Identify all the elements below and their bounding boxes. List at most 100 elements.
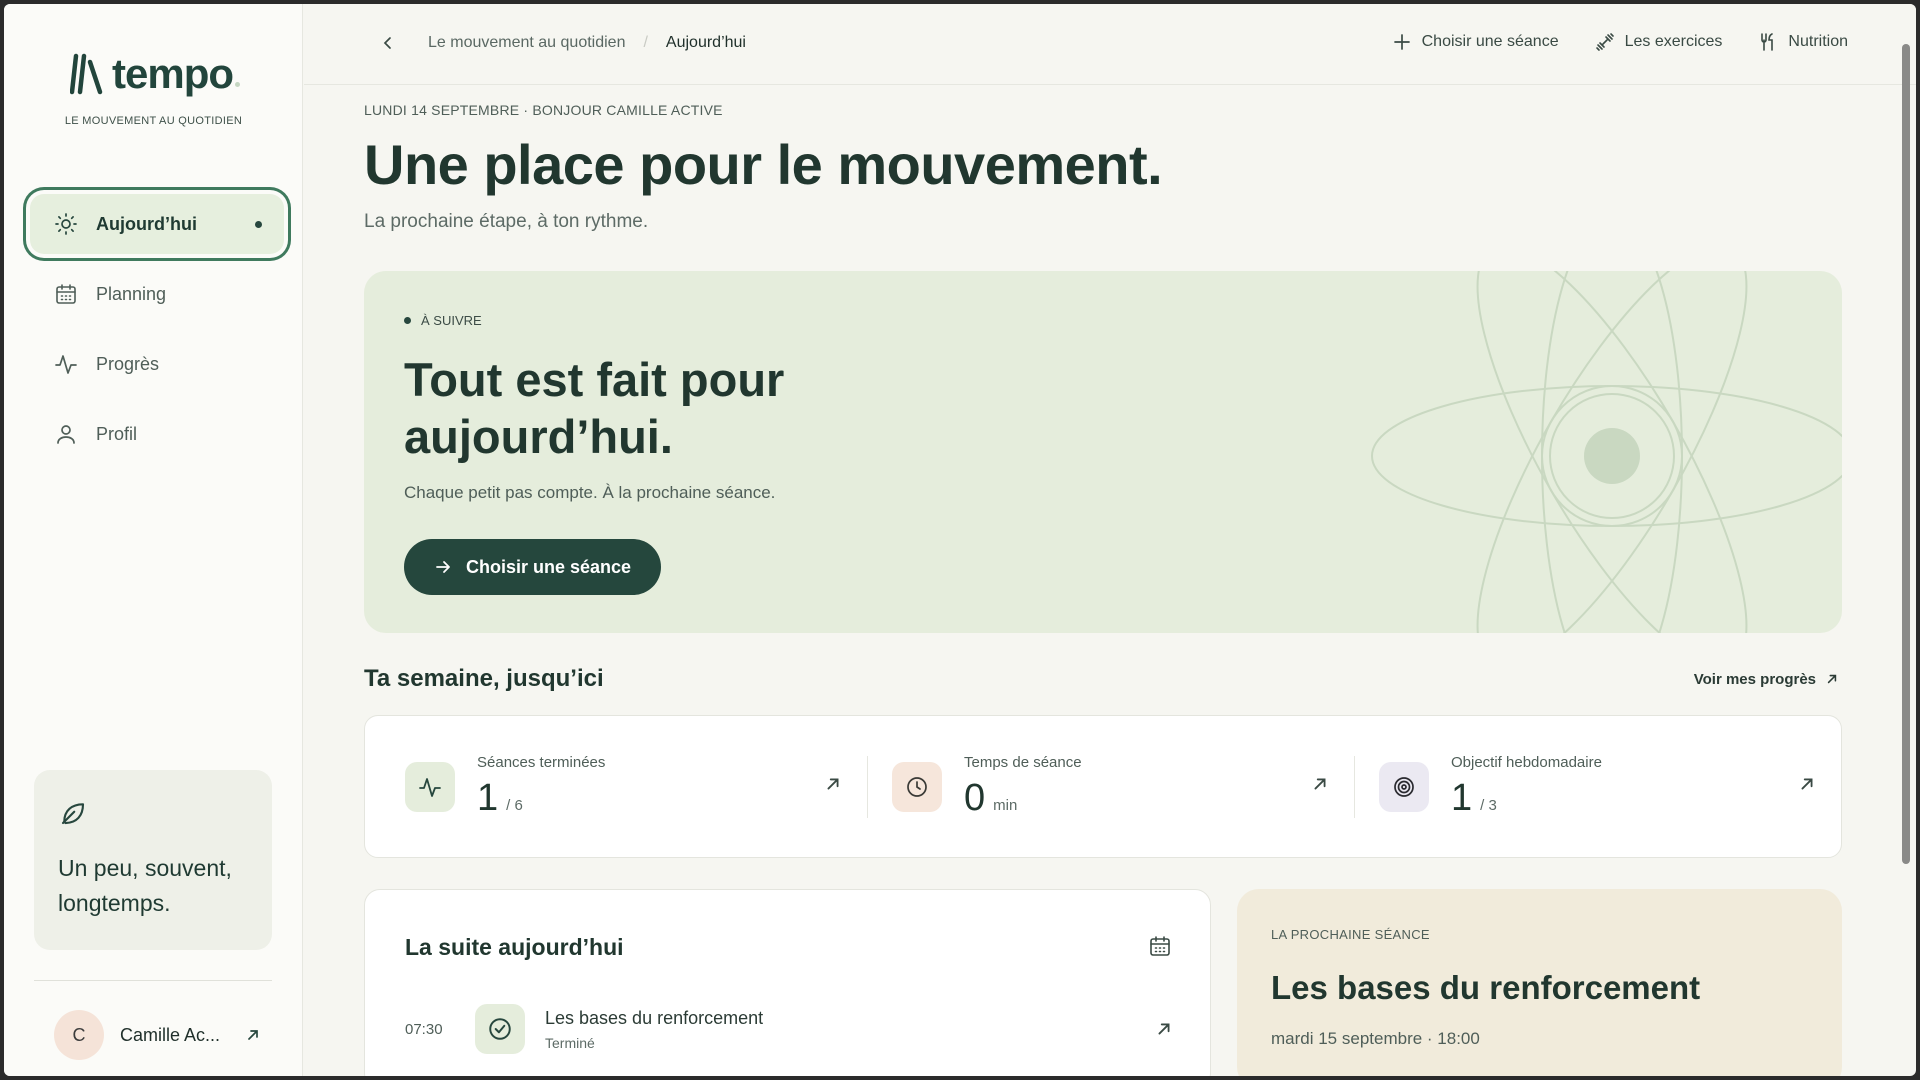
user-menu[interactable]: C Camille Ac... — [54, 1010, 260, 1060]
exercises-label: Les exercices — [1624, 33, 1723, 50]
today-schedule-card: La suite aujourd’hui 07:30 Les bases du … — [364, 889, 1211, 1076]
sidebar: tempo LE MOUVEMENT AU QUOTIDIEN Aujourd’… — [4, 4, 303, 1076]
nutrition-link[interactable]: Nutrition — [1758, 32, 1848, 52]
leaf-icon — [61, 803, 85, 825]
week-title: Ta semaine, jusqu’ici — [364, 665, 604, 692]
stat-icon-box — [892, 761, 942, 812]
week-header: Ta semaine, jusqu’ici Voir mes progrès — [364, 665, 1842, 693]
sidebar-item-progres[interactable]: Progrès — [30, 334, 284, 394]
upcoming-tag: LA PROCHAINE SÉANCE — [1271, 927, 1430, 942]
breadcrumb-separator: / — [643, 34, 648, 51]
top-actions: Choisir une séance Les exercices Nutriti… — [1392, 32, 1848, 52]
external-arrow-icon — [1827, 674, 1837, 684]
tag-bullet — [404, 317, 411, 324]
check-circle-icon — [489, 1018, 511, 1040]
target-icon — [1394, 776, 1414, 797]
next-up-tag-label: À SUIVRE — [421, 313, 482, 328]
sidebar-item-profil[interactable]: Profil — [30, 404, 284, 464]
sun-icon — [55, 213, 77, 235]
sidebar-nav: Aujourd’hui Planning Progrès Profil — [30, 194, 284, 474]
stat-icon-box — [1379, 761, 1429, 812]
choose-session-link[interactable]: Choisir une séance — [1392, 32, 1559, 52]
week-stats: Séances terminées 1 / 6 Temps de séance … — [364, 715, 1842, 858]
external-arrow-icon — [1158, 1023, 1170, 1035]
stat-label: Objectif hebdomadaire — [1451, 753, 1602, 771]
upcoming-session-card[interactable]: LA PROCHAINE SÉANCE Les bases du renforc… — [1237, 889, 1842, 1076]
upcoming-title: Les bases du renforcement — [1271, 969, 1701, 1006]
quote-card: Un peu, souvent, longtemps. — [34, 770, 272, 950]
session-status: Terminé — [545, 1034, 595, 1051]
breadcrumb-parent[interactable]: Le mouvement au quotidien — [428, 34, 625, 52]
utensils-icon — [1761, 33, 1774, 51]
session-time: 07:30 — [405, 1020, 443, 1038]
calendar-icon — [56, 284, 76, 304]
sidebar-item-planning[interactable]: Planning — [30, 264, 284, 324]
stat-weekly-goal[interactable]: Objectif hebdomadaire 1 / 3 — [1354, 753, 1841, 819]
logo[interactable]: tempo — [70, 50, 240, 98]
stat-unit: min — [993, 796, 1018, 814]
sidebar-divider — [34, 980, 272, 981]
main-content: LUNDI 14 SEPTEMBRE · BONJOUR CAMILLE ACT… — [364, 86, 1842, 1076]
next-up-subtitle: Chaque petit pas compte. À la prochaine … — [404, 483, 776, 502]
stat-value: 0 — [964, 776, 986, 819]
nutrition-label: Nutrition — [1788, 33, 1848, 50]
activity-icon — [55, 355, 77, 374]
choose-session-label: Choisir une séance — [1421, 33, 1559, 50]
view-progress-link[interactable]: Voir mes progrès — [1694, 671, 1838, 688]
stat-label: Séances terminées — [477, 753, 606, 771]
logo-text: tempo — [112, 50, 234, 97]
sidebar-item-aujourdhui[interactable]: Aujourd’hui — [30, 194, 284, 254]
breadcrumb-current: Aujourd’hui — [665, 34, 746, 51]
avatar: C — [54, 1010, 104, 1060]
next-up-tag: À SUIVRE — [404, 313, 482, 328]
stat-session-time[interactable]: Temps de séance 0 min — [867, 753, 1354, 819]
active-indicator — [255, 220, 262, 228]
clock-icon — [907, 776, 927, 797]
arrow-right-icon — [436, 561, 450, 573]
tagline: LE MOUVEMENT AU QUOTIDIEN — [64, 115, 243, 127]
external-arrow-icon — [1314, 778, 1326, 789]
sidebar-item-label: Planning — [96, 283, 167, 304]
sidebar-item-label: Profil — [96, 423, 138, 444]
breadcrumb: Le mouvement au quotidien / Aujourd’hui — [380, 34, 746, 52]
external-arrow-icon — [248, 1030, 258, 1040]
list-item[interactable]: 07:30 Les bases du renforcement Terminé — [405, 1004, 1172, 1054]
calendar-icon[interactable] — [1148, 934, 1172, 958]
stat-unit: / 3 — [1480, 796, 1497, 814]
stat-label: Temps de séance — [964, 753, 1082, 771]
sidebar-item-label: Progrès — [96, 353, 160, 374]
user-name: Camille Ac... — [120, 1024, 221, 1045]
scrollbar[interactable] — [1902, 44, 1910, 864]
bottom-row: La suite aujourd’hui 07:30 Les bases du … — [364, 889, 1842, 1076]
stat-value: 1 — [1451, 776, 1473, 819]
tempo-logo-icon — [70, 53, 103, 95]
dumbbell-icon — [1595, 33, 1614, 51]
upcoming-date: mardi 15 septembre · 18:00 — [1271, 1029, 1480, 1048]
back-chevron-icon[interactable] — [380, 35, 396, 51]
activity-icon — [419, 777, 441, 797]
today-schedule-title: La suite aujourd’hui — [405, 934, 624, 960]
plus-icon — [1393, 34, 1410, 50]
external-arrow-icon — [1801, 778, 1813, 789]
session-status-icon-box — [475, 1004, 525, 1054]
choose-session-button[interactable]: Choisir une séance — [404, 539, 662, 595]
logo-dot — [235, 81, 240, 87]
view-progress-label: Voir mes progrès — [1693, 670, 1816, 688]
external-arrow-icon — [827, 778, 839, 789]
session-name: Les bases du renforcement — [545, 1007, 764, 1028]
page-title: Une place pour le mouvement. — [364, 133, 1163, 196]
stat-sessions-completed[interactable]: Séances terminées 1 / 6 — [365, 753, 867, 819]
stat-icon-box — [405, 761, 455, 812]
page-subtitle: La prochaine étape, à ton rythme. — [364, 211, 649, 232]
topbar: Le mouvement au quotidien / Aujourd’hui … — [304, 4, 1916, 85]
stat-value: 1 — [477, 776, 499, 819]
choose-session-button-label: Choisir une séance — [466, 556, 632, 577]
user-icon — [57, 425, 75, 444]
stat-unit: / 6 — [506, 796, 523, 814]
atom-illustration — [1371, 271, 1842, 633]
app-window: tempo LE MOUVEMENT AU QUOTIDIEN Aujourd’… — [4, 4, 1916, 1076]
sidebar-item-label: Aujourd’hui — [96, 213, 197, 234]
next-up-card: À SUIVRE Tout est fait pour aujourd’hui.… — [364, 271, 1842, 633]
exercises-link[interactable]: Les exercices — [1595, 32, 1723, 52]
quote-text: Un peu, souvent, longtemps. — [58, 855, 232, 916]
